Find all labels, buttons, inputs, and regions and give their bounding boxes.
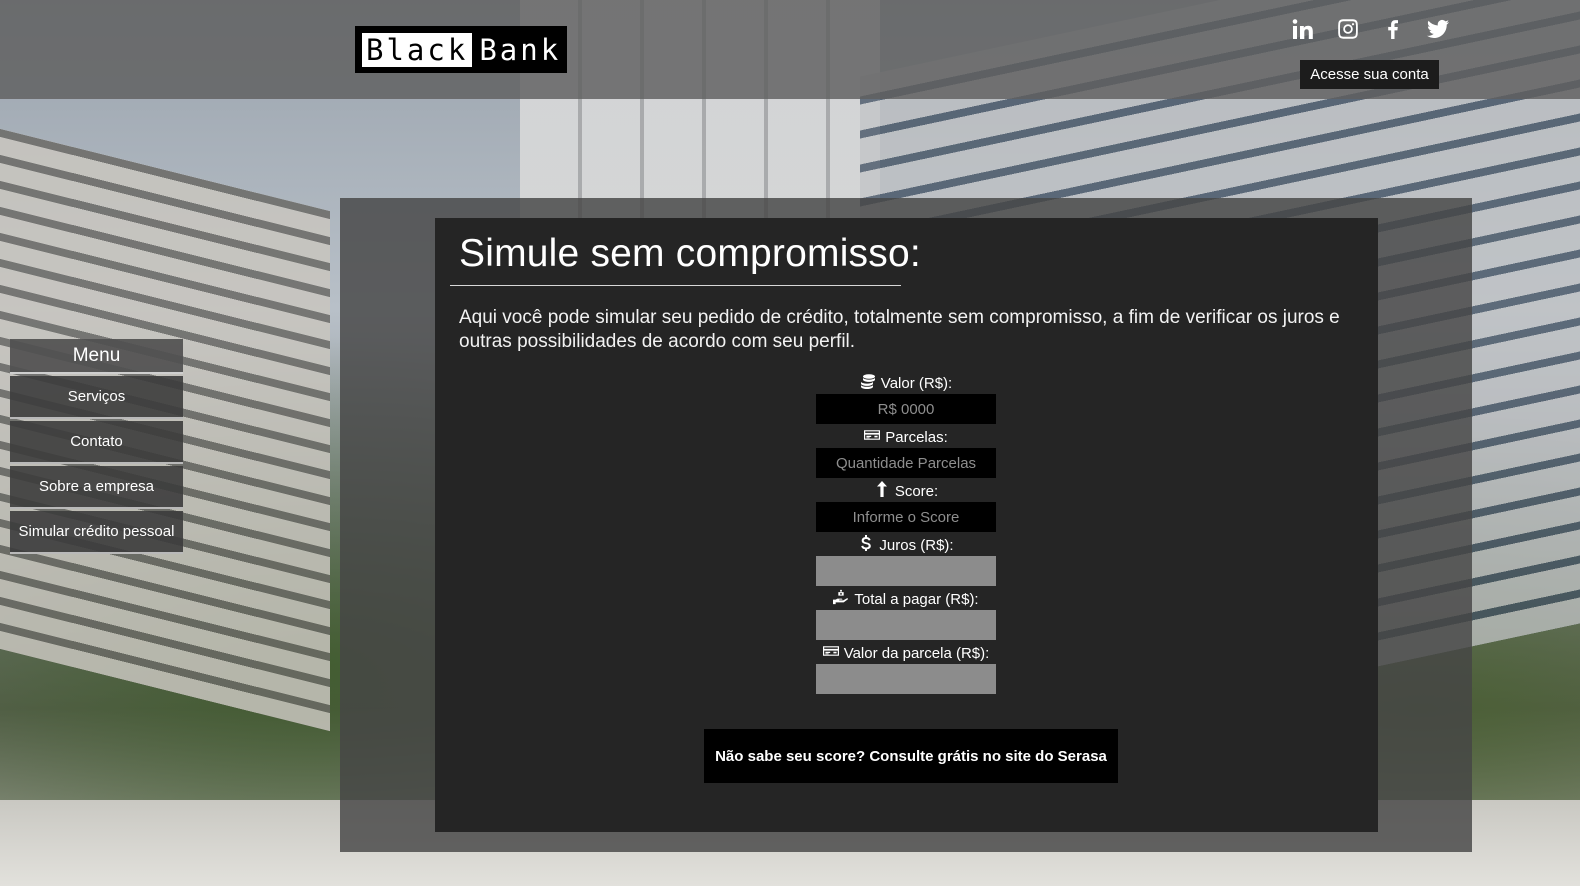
title-divider	[450, 285, 901, 286]
social-links	[1290, 16, 1451, 42]
twitter-icon[interactable]	[1425, 16, 1451, 42]
facebook-icon[interactable]	[1380, 16, 1406, 42]
total-label: Total a pagar (R$):	[816, 588, 996, 610]
valor-parcela-output	[816, 664, 996, 694]
instagram-icon[interactable]	[1335, 16, 1361, 42]
valor-parcela-label: Valor da parcela (R$):	[816, 642, 996, 664]
juros-label: Juros (R$):	[816, 534, 996, 556]
parcelas-label-text: Parcelas:	[885, 428, 948, 446]
credit-card-icon	[822, 643, 839, 663]
hand-holding-money-icon	[833, 589, 849, 609]
valor-input[interactable]	[816, 394, 996, 424]
access-account-button[interactable]: Acesse sua conta	[1300, 60, 1439, 89]
score-label: Score:	[816, 480, 996, 502]
side-menu: Menu Serviços Contato Sobre a empresa Si…	[10, 339, 183, 554]
coins-icon	[860, 373, 876, 393]
valor-label: Valor (R$):	[816, 372, 996, 394]
logo-bank-text: Bank	[479, 32, 562, 67]
page-title: Simule sem compromisso:	[459, 232, 921, 275]
credit-simulation-form: Valor (R$): Parcelas: Score: Juros (R$):…	[816, 372, 996, 696]
valor-label-text: Valor (R$):	[880, 374, 953, 392]
menu-item-contato[interactable]: Contato	[10, 421, 183, 464]
dollar-icon	[858, 535, 874, 555]
arrow-up-icon	[874, 481, 890, 501]
menu-item-simular-credito[interactable]: Simular crédito pessoal	[10, 511, 183, 554]
valor-parcela-label-text: Valor da parcela (R$):	[843, 644, 990, 662]
total-output	[816, 610, 996, 640]
credit-card-icon	[864, 427, 881, 447]
score-label-text: Score:	[894, 482, 939, 500]
logo-black-text: Black	[362, 32, 473, 67]
linkedin-icon[interactable]	[1290, 16, 1316, 42]
juros-output	[816, 556, 996, 586]
parcelas-input[interactable]	[816, 448, 996, 478]
juros-label-text: Juros (R$):	[879, 536, 954, 554]
intro-text: Aqui você pode simular seu pedido de cré…	[459, 307, 1340, 352]
menu-item-sobre-empresa[interactable]: Sobre a empresa	[10, 466, 183, 509]
site-header: Black Bank Acesse sua conta	[0, 0, 1580, 99]
serasa-score-button[interactable]: Não sabe seu score? Consulte grátis no s…	[704, 729, 1118, 783]
score-input[interactable]	[816, 502, 996, 532]
menu-item-servicos[interactable]: Serviços	[10, 376, 183, 419]
menu-title: Menu	[10, 339, 183, 374]
parcelas-label: Parcelas:	[816, 426, 996, 448]
total-label-text: Total a pagar (R$):	[854, 590, 979, 608]
black-bank-logo[interactable]: Black Bank	[355, 26, 568, 73]
